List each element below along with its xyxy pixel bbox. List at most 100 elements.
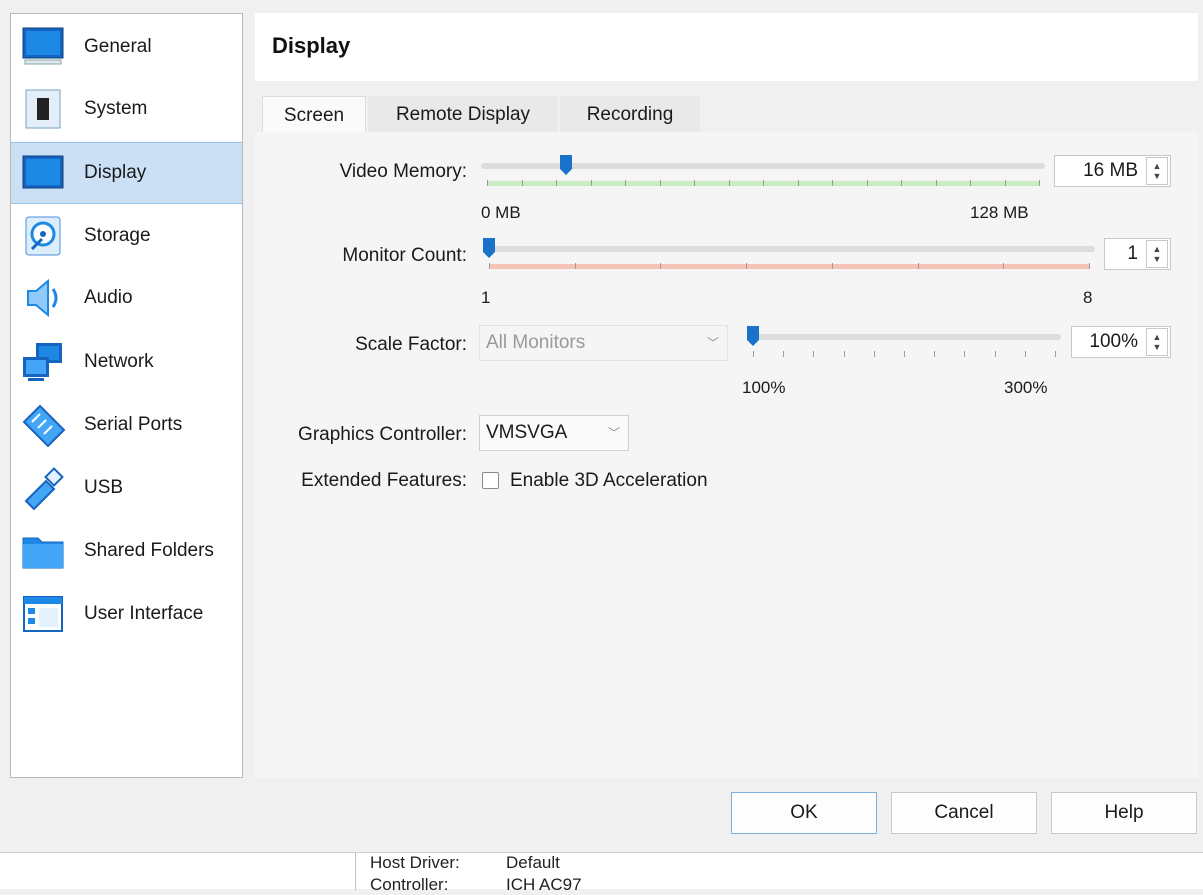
sidebar-item-label: System xyxy=(84,98,148,119)
enable-3d-acceleration-label[interactable]: Enable 3D Acceleration xyxy=(510,470,708,492)
page-header: Display xyxy=(255,13,1198,81)
sidebar-item-usb[interactable]: USB xyxy=(11,457,242,519)
spin-arrows-icon[interactable]: ▲ ▼ xyxy=(1146,157,1168,185)
storage-icon xyxy=(25,216,61,256)
slider-track xyxy=(747,334,1061,340)
user-interface-icon xyxy=(23,596,63,632)
tab-recording[interactable]: Recording xyxy=(560,96,700,134)
enable-3d-acceleration-checkbox[interactable] xyxy=(482,472,499,489)
video-memory-slider[interactable] xyxy=(481,153,1045,189)
video-memory-value: 16 MB xyxy=(1083,160,1138,181)
controller-label: Controller: xyxy=(370,875,449,894)
chevron-down-icon: ﹀ xyxy=(607,426,620,440)
graphics-controller-select[interactable]: VMSVGA ﹀ xyxy=(479,415,629,451)
slider-tick xyxy=(867,180,868,186)
slider-thumb[interactable] xyxy=(560,155,572,175)
sidebar-item-general[interactable]: General xyxy=(11,16,242,78)
monitor-count-max-label: 8 xyxy=(1083,288,1093,307)
display-icon xyxy=(22,155,64,189)
divider xyxy=(355,853,356,890)
monitor-count-label: Monitor Count: xyxy=(342,245,467,266)
slider-tick xyxy=(694,180,695,186)
slider-tick xyxy=(813,351,814,357)
sidebar-item-network[interactable]: Network xyxy=(11,331,242,393)
slider-tick xyxy=(487,180,488,186)
slider-thumb[interactable] xyxy=(483,238,495,258)
video-memory-spinbox[interactable]: 16 MB ▲ ▼ xyxy=(1054,155,1171,187)
slider-tick xyxy=(556,180,557,186)
slider-tick xyxy=(522,180,523,186)
slider-tick xyxy=(936,180,937,186)
slider-tick xyxy=(964,351,965,357)
tab-screen[interactable]: Screen xyxy=(262,96,366,134)
sidebar-item-storage[interactable]: Storage xyxy=(11,205,242,267)
serial-ports-icon xyxy=(22,404,66,448)
slider-tick xyxy=(1003,263,1004,269)
system-icon xyxy=(25,89,61,129)
sidebar-item-label: Shared Folders xyxy=(84,540,214,561)
sidebar-item-label: USB xyxy=(84,477,124,498)
sidebar-item-shared-folders[interactable]: Shared Folders xyxy=(11,520,242,582)
slider-tick xyxy=(1055,351,1056,357)
slider-tick xyxy=(660,263,661,269)
spin-arrows-icon[interactable]: ▲ ▼ xyxy=(1146,240,1168,268)
spin-arrows-icon[interactable]: ▲ ▼ xyxy=(1146,328,1168,356)
audio-icon xyxy=(27,278,58,318)
slider-tick xyxy=(729,180,730,186)
sidebar-item-label: Storage xyxy=(84,225,151,246)
sidebar-item-system[interactable]: System xyxy=(11,78,242,140)
tab-label: Remote Display xyxy=(395,104,531,125)
monitor-count-slider[interactable] xyxy=(483,236,1095,272)
slider-tick xyxy=(783,351,784,357)
help-button[interactable]: Help xyxy=(1051,792,1197,834)
slider-thumb[interactable] xyxy=(747,326,759,346)
slider-tick xyxy=(934,351,935,357)
slider-tick xyxy=(832,263,833,269)
extended-features-label: Extended Features: xyxy=(301,470,467,491)
scale-factor-value: 100% xyxy=(1089,331,1138,352)
ok-button[interactable]: OK xyxy=(731,792,877,834)
tab-bar: Screen Remote Display Recording xyxy=(262,96,702,134)
slider-tick xyxy=(1005,180,1006,186)
chevron-down-icon: ﹀ xyxy=(706,336,719,350)
scale-factor-label: Scale Factor: xyxy=(355,334,467,355)
monitor-count-value: 1 xyxy=(1127,243,1138,264)
monitor-count-min-label: 1 xyxy=(481,288,491,307)
scale-factor-max-label: 300% xyxy=(1004,378,1048,397)
slider-tick xyxy=(970,180,971,186)
sidebar-item-audio[interactable]: Audio xyxy=(11,267,242,329)
slider-track xyxy=(483,246,1095,252)
tab-remote-display[interactable]: Remote Display xyxy=(368,96,558,134)
monitor-count-spinbox[interactable]: 1 ▲ ▼ xyxy=(1104,238,1171,270)
general-icon xyxy=(22,27,64,65)
video-memory-max-label: 128 MB xyxy=(970,203,1029,222)
sidebar-item-label: User Interface xyxy=(84,603,204,624)
cancel-button[interactable]: Cancel xyxy=(891,792,1037,834)
slider-tick xyxy=(844,351,845,357)
slider-tick xyxy=(798,180,799,186)
slider-tick xyxy=(763,180,764,186)
slider-tick xyxy=(995,351,996,357)
sidebar-item-serial-ports[interactable]: Serial Ports xyxy=(11,394,242,456)
slider-tick xyxy=(901,180,902,186)
slider-range-band xyxy=(489,264,1089,269)
scale-factor-monitor-value: All Monitors xyxy=(486,332,586,353)
host-driver-label: Host Driver: xyxy=(370,853,460,872)
sidebar-item-label: Serial Ports xyxy=(84,414,183,435)
video-memory-label: Video Memory: xyxy=(339,161,467,182)
sidebar-item-display[interactable]: Display xyxy=(11,142,242,204)
shared-folders-icon xyxy=(22,537,64,569)
slider-tick xyxy=(591,180,592,186)
scale-factor-monitor-select[interactable]: All Monitors ﹀ xyxy=(479,325,728,361)
sidebar-item-label: Audio xyxy=(84,287,133,308)
slider-tick xyxy=(625,180,626,186)
graphics-controller-value: VMSVGA xyxy=(486,422,568,443)
screen-tab-panel xyxy=(255,132,1198,778)
tab-label: Recording xyxy=(586,104,674,125)
scale-factor-slider[interactable] xyxy=(747,324,1061,360)
network-icon xyxy=(23,343,62,381)
slider-tick xyxy=(753,351,754,357)
sidebar-item-label: General xyxy=(84,36,152,57)
sidebar-item-user-interface[interactable]: User Interface xyxy=(11,583,242,645)
scale-factor-spinbox[interactable]: 100% ▲ ▼ xyxy=(1071,326,1171,358)
